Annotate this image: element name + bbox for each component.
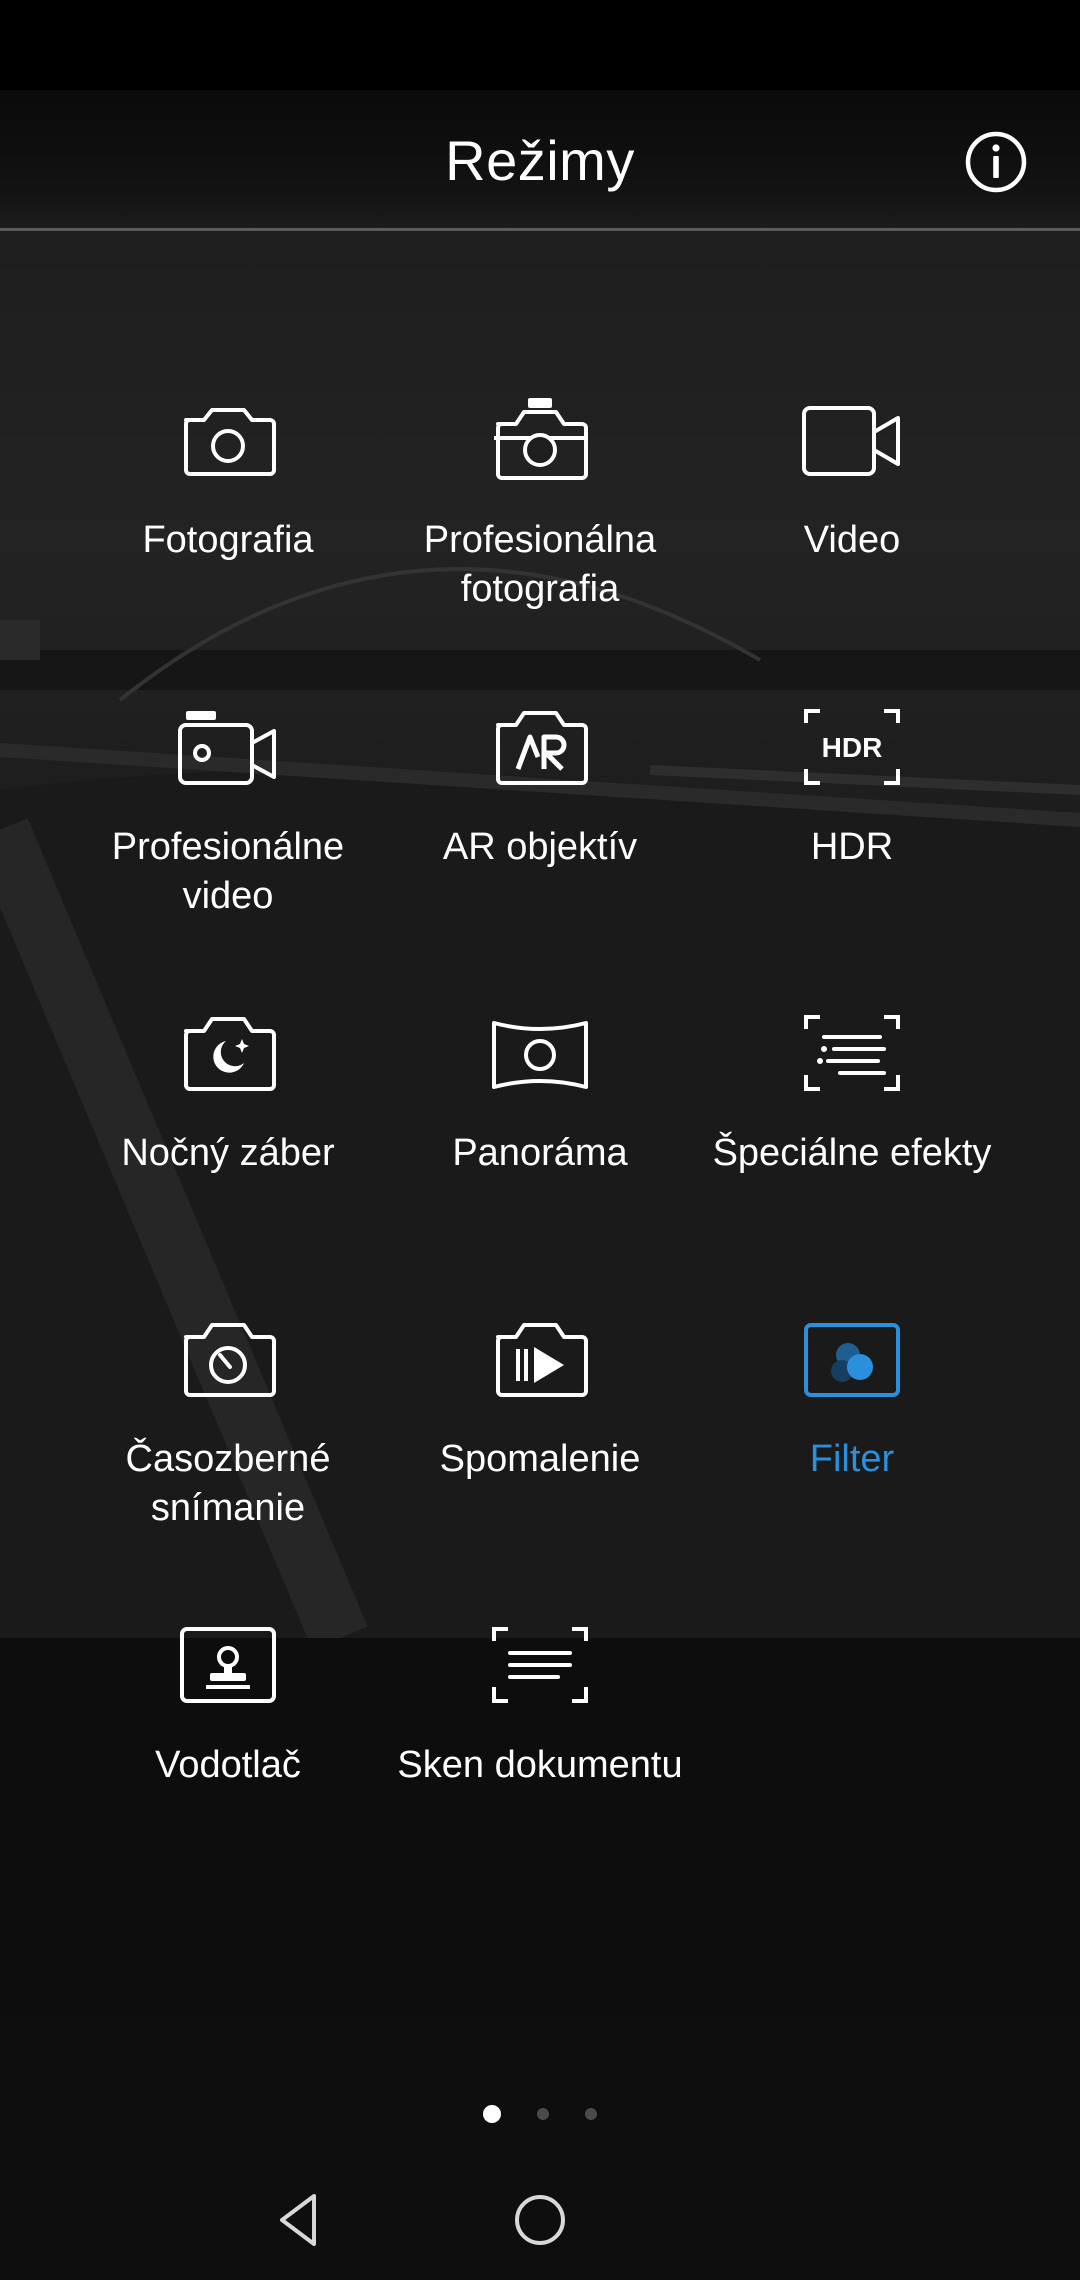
mode-label: Panoráma: [452, 1132, 628, 1174]
mode-special-effects[interactable]: Špeciálne efekty: [696, 1011, 1008, 1178]
mode-label: Profesionálna fotografia: [423, 519, 657, 610]
night-shot-icon: [184, 1017, 276, 1091]
page-dot: [585, 2108, 597, 2120]
camera-icon: [184, 408, 276, 476]
pro-video-icon: [178, 711, 276, 785]
home-button[interactable]: [510, 2190, 570, 2250]
info-circle-icon: [965, 131, 1027, 193]
mode-hdr[interactable]: HDR HDR: [696, 705, 1008, 872]
mode-filter[interactable]: Filter: [696, 1317, 1008, 1484]
page-indicator: [0, 2100, 1080, 2130]
mode-photo[interactable]: Fotografia: [72, 398, 384, 565]
mode-document-scan[interactable]: Sken dokumentu: [384, 1623, 696, 1790]
status-bar: [0, 0, 1080, 90]
panorama-icon: [492, 1021, 588, 1089]
back-button[interactable]: [270, 2190, 330, 2250]
hdr-icon: HDR: [804, 709, 900, 785]
info-button[interactable]: [964, 130, 1028, 194]
video-camera-icon: [802, 406, 900, 476]
mode-label: HDR: [810, 826, 894, 868]
page-dot-active: [483, 2105, 501, 2123]
page-dot: [537, 2108, 549, 2120]
mode-pro-video[interactable]: Profesionálne video: [72, 705, 384, 921]
page-title: Režimy: [445, 129, 635, 192]
mode-label: Video: [803, 519, 901, 561]
mode-time-lapse[interactable]: Časozberné snímanie: [72, 1317, 384, 1533]
document-scan-icon: [492, 1627, 588, 1703]
time-lapse-icon: [184, 1323, 276, 1397]
slow-motion-icon: [496, 1323, 588, 1397]
mode-label: Špeciálne efekty: [712, 1132, 992, 1174]
mode-label: Časozberné snímanie: [125, 1438, 331, 1529]
mode-label: Sken dokumentu: [397, 1744, 683, 1786]
back-triangle-icon: [280, 2194, 316, 2246]
mode-label: Spomalenie: [439, 1438, 641, 1480]
mode-panorama[interactable]: Panoráma: [384, 1011, 696, 1178]
mode-pro-photo[interactable]: Profesionálna fotografia: [384, 398, 696, 614]
home-circle-icon: [515, 2195, 565, 2245]
mode-label: Fotografia: [142, 519, 314, 561]
mode-label: Nočný záber: [121, 1132, 335, 1174]
header-divider: [0, 228, 1080, 231]
mode-label: Vodotlač: [155, 1744, 301, 1786]
navigation-bar: [0, 2170, 1080, 2280]
mode-video[interactable]: Video: [696, 398, 1008, 565]
special-effects-icon: [804, 1015, 900, 1091]
pro-camera-icon: [494, 398, 588, 480]
mode-night-shot[interactable]: Nočný záber: [72, 1011, 384, 1178]
mode-label: AR objektív: [442, 826, 638, 868]
header: Režimy: [0, 90, 1080, 230]
ar-lens-icon: [496, 711, 588, 785]
mode-ar-lens[interactable]: AR objektív: [384, 705, 696, 872]
mode-label: Filter: [809, 1438, 895, 1480]
mode-label: Profesionálne video: [111, 826, 345, 917]
watermark-icon: [180, 1627, 276, 1703]
camera-modes-screen: Režimy Fotografia Profesionálna fotograf…: [0, 0, 1080, 2280]
filter-icon: [804, 1323, 900, 1397]
svg-text:HDR: HDR: [822, 732, 883, 763]
mode-slow-motion[interactable]: Spomalenie: [384, 1317, 696, 1484]
mode-watermark[interactable]: Vodotlač: [72, 1623, 384, 1790]
